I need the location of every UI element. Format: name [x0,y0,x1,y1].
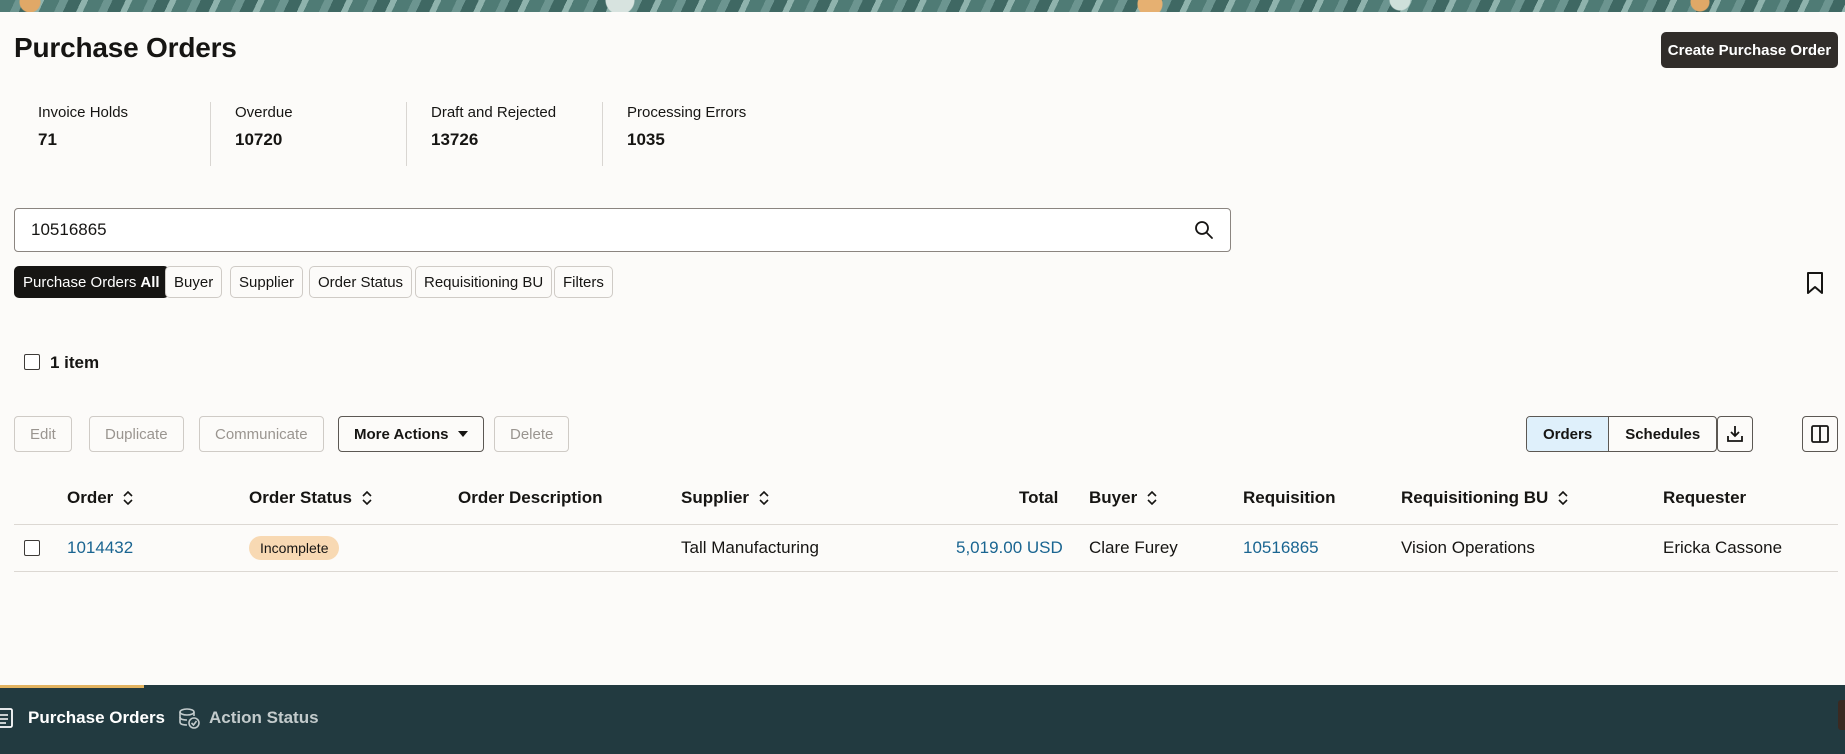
metric-value: 13726 [431,130,479,149]
header-banner [0,0,1845,12]
split-panel-icon [1811,425,1829,443]
download-icon [1727,426,1743,442]
create-purchase-order-button[interactable]: Create Purchase Order [1661,32,1838,68]
column-header-label: Total [1019,488,1059,507]
column-header-order-description[interactable]: Order Description [458,488,603,508]
column-header-order[interactable]: Order [67,488,133,508]
metric-label: Invoice Holds [38,104,129,121]
chip-order-status[interactable]: Order Status [309,266,413,298]
column-header-total[interactable]: Total [1019,488,1058,508]
duplicate-button[interactable]: Duplicate [89,416,184,452]
metric-processing-errors[interactable]: Processing Errors 1035 [602,102,798,166]
chevron-down-icon [458,431,469,437]
bottom-navigation: Purchase Orders Action Status [0,685,1845,754]
column-header-label: Requester [1663,488,1747,507]
database-status-icon [179,708,200,729]
select-all-checkbox[interactable] [24,354,40,370]
chip-requisitioning-bu[interactable]: Requisitioning BU [415,266,553,298]
requisitioning-bu-cell: Vision Operations [1401,538,1535,557]
bottom-tab-label: Purchase Orders [28,708,166,727]
metric-label: Overdue [235,104,293,121]
row-checkbox[interactable] [24,540,40,556]
column-header-requisitioning-bu[interactable]: Requisitioning BU [1401,488,1568,508]
supplier-cell: Tall Manufacturing [681,538,819,557]
side-panel-handle[interactable] [1838,700,1845,730]
active-tab-indicator [0,685,144,688]
sort-icon [362,491,372,505]
column-header-supplier[interactable]: Supplier [681,488,769,508]
column-header-label: Requisitioning BU [1401,488,1549,507]
chip-value: All [140,273,160,291]
more-actions-label: More Actions [354,425,449,443]
column-panel-button[interactable] [1802,416,1838,452]
table-row-divider [14,571,1838,572]
document-icon [0,708,13,728]
chip-buyer[interactable]: Buyer [165,266,223,298]
metric-label: Draft and Rejected [431,104,557,121]
delete-button[interactable]: Delete [494,416,570,452]
column-header-label: Order Status [249,488,352,507]
requester-cell: Ericka Cassone [1663,538,1783,557]
view-toggle: Orders Schedules [1526,416,1718,452]
search-icon[interactable] [1194,220,1214,240]
column-header-label: Buyer [1089,488,1138,507]
column-header-label: Supplier [681,488,750,507]
selected-items-count: 1 item [50,353,100,372]
total-link[interactable]: 5,019.00 USD [956,538,1063,558]
column-header-buyer[interactable]: Buyer [1089,488,1157,508]
metric-value: 71 [38,130,57,149]
sort-icon [123,491,133,505]
table-header-divider [14,524,1838,525]
bottom-tab-action-status[interactable]: Action Status [177,707,319,729]
chip-label: Purchase Orders [23,273,137,291]
chip-filters[interactable]: Filters [554,266,613,298]
order-number-link[interactable]: 1014432 [67,538,133,558]
column-header-label: Order [67,488,114,507]
sort-icon [1147,491,1157,505]
metric-overdue[interactable]: Overdue 10720 [210,102,406,166]
orders-view-button[interactable]: Orders [1527,417,1610,451]
metric-label: Processing Errors [627,104,747,121]
metric-invoice-holds[interactable]: Invoice Holds 71 [14,102,210,166]
metric-draft-and-rejected[interactable]: Draft and Rejected 13726 [406,102,602,166]
column-header-label: Requisition [1243,488,1336,507]
column-header-requisition[interactable]: Requisition [1243,488,1336,508]
sort-icon [1558,491,1568,505]
schedules-view-button[interactable]: Schedules [1609,417,1716,451]
column-header-label: Order Description [458,488,603,507]
metric-value: 1035 [627,130,665,149]
requisition-link[interactable]: 10516865 [1243,538,1319,558]
sort-icon [759,491,769,505]
communicate-button[interactable]: Communicate [199,416,324,452]
chip-supplier[interactable]: Supplier [230,266,304,298]
chip-purchase-orders-all[interactable]: Purchase Orders All [14,266,169,298]
bottom-tab-label: Action Status [209,708,319,727]
search-box [14,208,1231,252]
page-title: Purchase Orders [14,32,237,63]
bookmark-icon[interactable] [1806,272,1824,294]
export-button[interactable] [1717,416,1753,452]
status-badge: Incomplete [249,536,340,560]
column-header-requester[interactable]: Requester [1663,488,1746,508]
column-header-order-status[interactable]: Order Status [249,488,372,508]
bottom-tab-purchase-orders[interactable]: Purchase Orders [0,707,165,729]
metric-value: 10720 [235,130,283,149]
edit-button[interactable]: Edit [14,416,72,452]
buyer-cell: Clare Furey [1089,538,1178,557]
more-actions-button[interactable]: More Actions [338,416,485,452]
search-input[interactable] [31,209,1171,251]
